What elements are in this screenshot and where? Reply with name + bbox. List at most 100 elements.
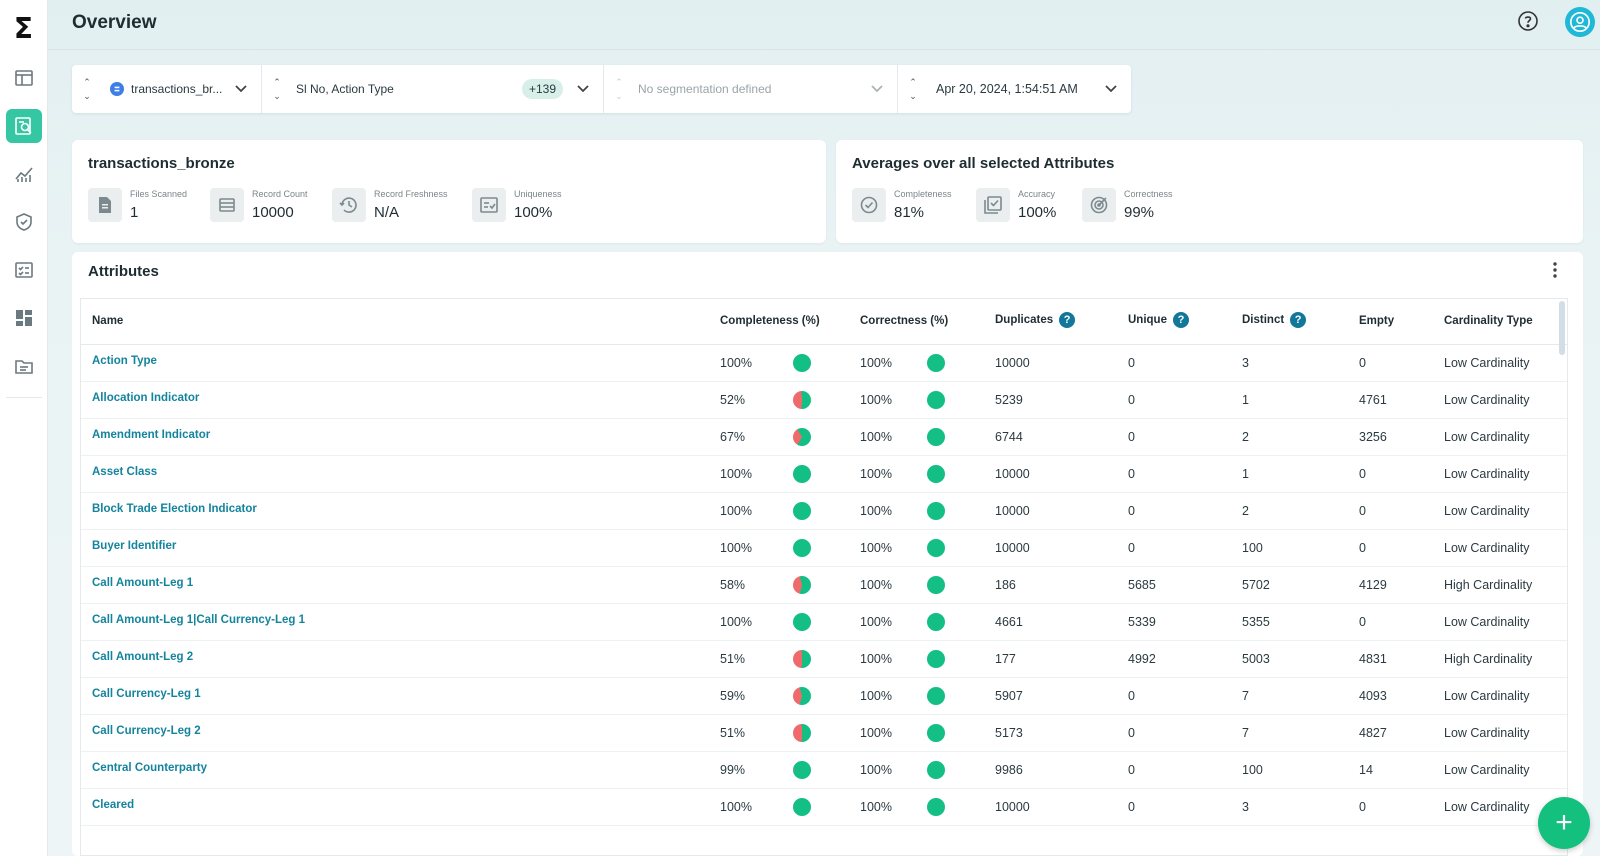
app-logo[interactable]: Σ — [14, 12, 33, 45]
correctness-cell: 100% — [860, 356, 892, 370]
dataset-summary-card: transactions_bronze Files Scanned 1 Recor… — [72, 140, 826, 243]
attributes-selector[interactable]: ⌃ ⌄ Sl No, Action Type +139 — [262, 65, 604, 113]
help-icon[interactable]: ? — [1172, 312, 1189, 328]
chevron-down-icon[interactable] — [871, 82, 883, 96]
cardinality-cell: Low Cardinality — [1444, 430, 1530, 444]
attributes-more-badge[interactable]: +139 — [521, 79, 563, 99]
table-row: Central Counterparty 99% 100% 9986 0 100 14 Low… — [81, 752, 1567, 789]
help-icon[interactable]: ? — [1059, 312, 1076, 328]
document-icon — [88, 188, 122, 222]
empty-cell: 14 — [1359, 763, 1373, 777]
help-icon[interactable] — [1517, 10, 1539, 32]
unique-cell: 0 — [1128, 393, 1135, 407]
page-title: Overview — [72, 12, 157, 33]
checklist-nav-icon[interactable] — [6, 253, 42, 287]
date-selector[interactable]: ⌃ ⌄ Apr 20, 2024, 1:54:51 AM — [898, 65, 1131, 113]
table-row: Call Amount-Leg 1|Call Currency-Leg 1 100… — [81, 604, 1567, 641]
metric-value: 99% — [1124, 204, 1155, 221]
add-button[interactable]: + — [1538, 797, 1590, 849]
down-arrow-icon[interactable]: ⌄ — [909, 89, 917, 103]
attribute-name-link[interactable]: Block Trade Election Indicator — [92, 503, 257, 515]
unique-cell: 0 — [1128, 430, 1135, 444]
col-name[interactable]: Name — [92, 315, 123, 327]
col-completeness[interactable]: Completeness (%) — [720, 315, 820, 327]
table-row: Block Trade Election Indicator 100% 100% 10… — [81, 493, 1567, 530]
cardinality-cell: Low Cardinality — [1444, 541, 1530, 555]
correctness-pie-icon — [927, 576, 945, 594]
col-empty[interactable]: Empty — [1359, 315, 1394, 327]
col-distinct[interactable]: Distinct? — [1242, 312, 1307, 328]
attribute-name-link[interactable]: Buyer Identifier — [92, 540, 176, 552]
empty-cell: 4093 — [1359, 689, 1387, 703]
down-arrow-icon[interactable]: ⌄ — [83, 89, 91, 103]
correctness-pie-icon — [927, 613, 945, 631]
unique-cell: 0 — [1128, 467, 1135, 481]
attribute-name-link[interactable]: Call Amount-Leg 2 — [92, 651, 193, 663]
distinct-cell: 1 — [1242, 467, 1249, 481]
completeness-pie-icon — [793, 650, 811, 668]
completeness-pie-icon — [793, 724, 811, 742]
attribute-name-link[interactable]: Action Type — [92, 355, 157, 367]
folder-nav-icon[interactable] — [6, 349, 42, 383]
unique-cell: 0 — [1128, 541, 1135, 555]
chevron-down-icon[interactable] — [235, 82, 247, 96]
up-arrow-icon[interactable]: ⌃ — [83, 75, 91, 89]
help-icon[interactable]: ? — [1290, 312, 1307, 328]
table-nav-icon[interactable] — [6, 61, 42, 95]
dataset-selector[interactable]: ⌃ ⌄ transactions_br... — [72, 65, 262, 113]
empty-cell: 3256 — [1359, 430, 1387, 444]
duplicates-cell: 186 — [995, 578, 1016, 592]
sidebar-divider — [5, 397, 42, 398]
correctness-cell: 100% — [860, 652, 892, 666]
date-stepper[interactable]: ⌃ ⌄ — [902, 75, 924, 103]
data-quality-nav-icon[interactable] — [5, 109, 42, 143]
attribute-name-link[interactable]: Call Amount-Leg 1|Call Currency-Leg 1 — [92, 614, 305, 626]
user-avatar[interactable] — [1565, 7, 1595, 37]
attribute-name-link[interactable]: Cleared — [92, 799, 134, 811]
chevron-down-icon[interactable] — [1105, 82, 1117, 96]
shield-nav-icon[interactable] — [6, 205, 42, 239]
attribute-name-link[interactable]: Asset Class — [92, 466, 157, 478]
attributes-panel: Attributes Name Completeness (%) Correct… — [72, 252, 1583, 856]
unique-cell: 5685 — [1128, 578, 1156, 592]
col-correctness[interactable]: Correctness (%) — [860, 315, 948, 327]
attribute-name-link[interactable]: Amendment Indicator — [92, 429, 210, 441]
attributes-stepper[interactable]: ⌃ ⌄ — [266, 75, 288, 103]
down-arrow-icon[interactable]: ⌄ — [273, 89, 281, 103]
dashboard-nav-icon[interactable] — [6, 301, 42, 335]
distinct-cell: 2 — [1242, 504, 1249, 518]
dataset-stepper[interactable]: ⌃ ⌄ — [76, 75, 98, 103]
more-options-icon[interactable] — [1553, 262, 1557, 281]
col-duplicates[interactable]: Duplicates? — [995, 312, 1076, 328]
col-unique[interactable]: Unique? — [1128, 312, 1189, 328]
correctness-pie-icon — [927, 391, 945, 409]
analytics-nav-icon[interactable] — [6, 157, 42, 191]
completeness-pie-icon — [793, 576, 811, 594]
metric-label: Correctness — [1124, 189, 1173, 199]
up-arrow-icon: ⌃ — [615, 77, 623, 87]
completeness-pie-icon — [793, 761, 811, 779]
col-cardinality[interactable]: Cardinality Type — [1444, 315, 1533, 327]
distinct-cell: 1 — [1242, 393, 1249, 407]
up-arrow-icon[interactable]: ⌃ — [273, 75, 281, 89]
cardinality-cell: Low Cardinality — [1444, 800, 1530, 814]
completeness-pie-icon — [793, 798, 811, 816]
attribute-name-link[interactable]: Allocation Indicator — [92, 392, 199, 404]
table-scrollbar[interactable] — [1559, 301, 1565, 355]
target-icon — [1082, 188, 1116, 222]
attribute-name-link[interactable]: Central Counterparty — [92, 762, 207, 774]
metric-label: Record Freshness — [374, 189, 448, 199]
segmentation-selector[interactable]: ⌃ ⌄ No segmentation defined — [604, 65, 898, 113]
column-label: Correctness (%) — [860, 315, 949, 327]
distinct-cell: 7 — [1242, 689, 1249, 703]
files-scanned-metric: Files Scanned 1 — [88, 188, 187, 222]
empty-cell: 4129 — [1359, 578, 1387, 592]
chevron-down-icon[interactable] — [577, 82, 589, 96]
cardinality-cell: Low Cardinality — [1444, 467, 1530, 481]
attribute-name-link[interactable]: Call Amount-Leg 1 — [92, 577, 193, 589]
completeness-cell: 100% — [720, 467, 752, 481]
attribute-name-link[interactable]: Call Currency-Leg 2 — [92, 725, 201, 737]
up-arrow-icon[interactable]: ⌃ — [909, 75, 917, 89]
attribute-name-link[interactable]: Call Currency-Leg 1 — [92, 688, 201, 700]
completeness-metric: Completeness 81% — [852, 188, 952, 222]
